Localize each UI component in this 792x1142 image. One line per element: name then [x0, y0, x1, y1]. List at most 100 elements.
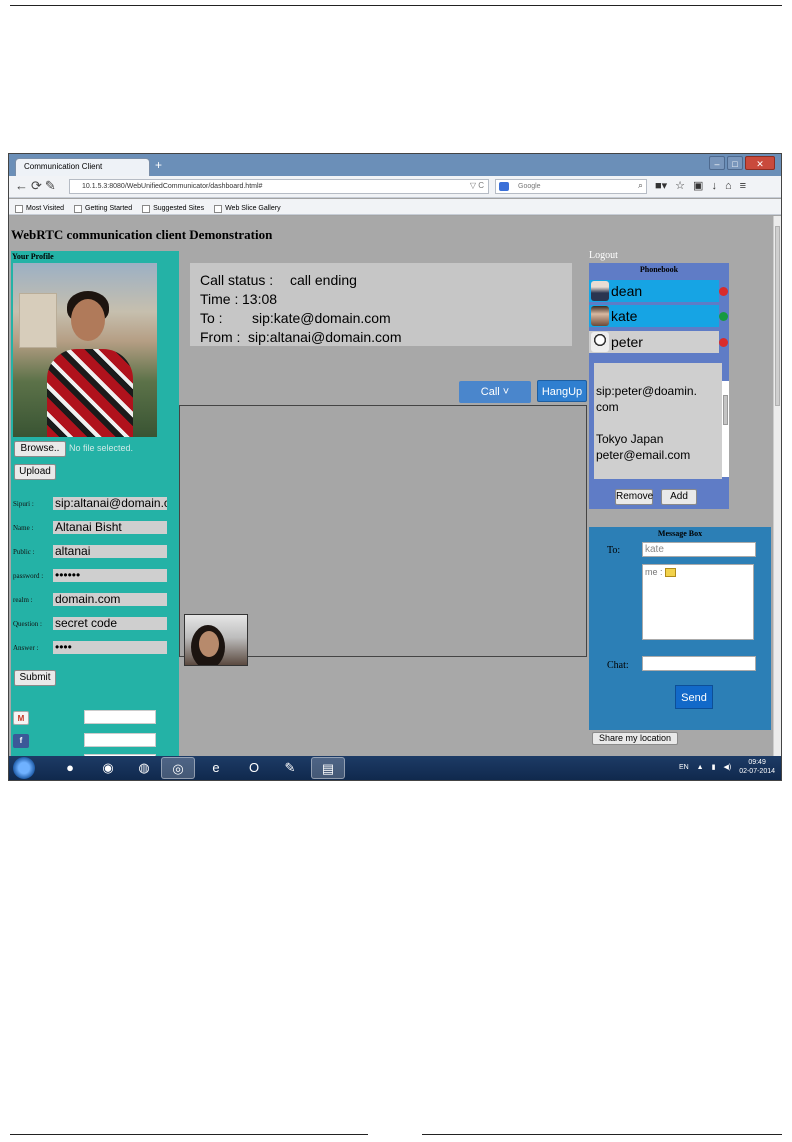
question-field[interactable]: secret code	[53, 617, 167, 630]
clipboard-icon[interactable]: ▣	[693, 179, 703, 193]
tools-icon[interactable]: ✎	[45, 179, 56, 193]
close-icon[interactable]: ✕	[745, 156, 775, 170]
contact-peter[interactable]: peter	[589, 331, 719, 353]
bookmark-star-icon[interactable]: ☆	[675, 179, 685, 193]
bookmark-getting-started[interactable]: Getting Started	[74, 203, 132, 214]
detail-line: Tokyo Japan	[596, 432, 664, 446]
start-button[interactable]	[13, 757, 35, 779]
search-icon[interactable]: ⌕	[638, 180, 643, 191]
taskbar-app-globe-icon[interactable]: ◍	[127, 757, 161, 779]
avatar	[591, 281, 609, 301]
window-controls: – □ ✕	[709, 156, 775, 170]
contact-name: kate	[611, 308, 638, 324]
send-button[interactable]: Send	[675, 685, 713, 709]
facebook-icon[interactable]: f	[13, 734, 29, 748]
menu-icon[interactable]: ≡	[740, 179, 746, 193]
logout-link[interactable]: Logout	[589, 250, 618, 261]
call-button[interactable]: Call ˅	[459, 381, 531, 403]
upload-button[interactable]: Upload	[14, 464, 56, 480]
detail-scrollbar[interactable]	[722, 381, 729, 477]
camera-icon[interactable]: ■▾	[655, 179, 667, 193]
answer-label: Answer :	[13, 644, 39, 652]
contact-dean[interactable]: dean	[589, 280, 719, 302]
call-from-row: From : sip:altanai@domain.com	[200, 328, 572, 347]
taskbar-app-notes-icon[interactable]: ▤	[311, 757, 345, 779]
status-offline-icon	[719, 287, 728, 296]
clock-date: 02-07-2014	[739, 768, 775, 775]
taskbar-app-firefox-icon[interactable]: ◎	[161, 757, 195, 779]
browser-tab[interactable]: Communication Client	[15, 158, 150, 176]
submit-button[interactable]: Submit	[14, 670, 56, 686]
photo-body	[47, 349, 133, 437]
to-label: To:	[607, 545, 621, 556]
taskbar-app-paint-icon[interactable]: ✎	[273, 757, 307, 779]
minimize-icon[interactable]: –	[709, 156, 725, 170]
call-to-row: To : sip:kate@domain.com	[200, 309, 572, 328]
password-label: password :	[13, 572, 44, 580]
detail-scroll-thumb[interactable]	[723, 395, 728, 425]
gmail-input[interactable]	[84, 710, 156, 724]
browse-button[interactable]: Browse..	[14, 441, 66, 457]
language-indicator[interactable]: EN	[679, 764, 689, 771]
remove-button[interactable]: Remove	[615, 489, 653, 505]
taskbar-app-ie-icon[interactable]: e	[199, 757, 233, 779]
address-text: 10.1.5.3:8080/WebUnifiedCommunicator/das…	[82, 183, 263, 190]
tray-arrow-icon[interactable]: ▲	[697, 764, 704, 771]
contact-kate[interactable]: kate	[589, 305, 719, 327]
detail-line	[596, 415, 722, 431]
sipuri-field[interactable]: sip:altanai@domain.com	[53, 497, 167, 510]
bookmark-suggested-sites[interactable]: Suggested Sites	[142, 203, 204, 214]
smiley-icon	[665, 568, 677, 578]
address-bar[interactable]: 10.1.5.3:8080/WebUnifiedCommunicator/das…	[69, 179, 489, 194]
public-field[interactable]: altanai	[53, 545, 167, 558]
taskbar-app-opera-icon[interactable]: O	[237, 757, 271, 779]
chat-input[interactable]	[642, 656, 756, 671]
new-tab-button[interactable]: +	[155, 158, 162, 172]
home-icon[interactable]: ⌂	[725, 179, 732, 193]
call-status-label: Call status :	[200, 272, 274, 288]
taskbar-app-chrome-canary-icon[interactable]: ●	[53, 757, 87, 779]
maximize-icon[interactable]: □	[727, 156, 743, 170]
clock[interactable]: 09:49 02-07-2014	[739, 758, 775, 776]
to-input[interactable]: kate	[642, 542, 756, 557]
sipuri-label: Sipuri :	[13, 500, 34, 508]
share-location-button[interactable]: Share my location	[592, 732, 678, 745]
facebook-input[interactable]	[84, 733, 156, 747]
search-input[interactable]: Google ⌕	[495, 179, 647, 194]
address-controls[interactable]: ▽ C	[470, 181, 484, 190]
back-icon[interactable]: ←	[15, 179, 28, 193]
taskbar-app-chrome-icon[interactable]: ◉	[91, 757, 125, 779]
answer-field[interactable]: ••••	[53, 641, 167, 654]
page-content: WebRTC communication client Demonstratio…	[9, 216, 773, 768]
search-engine-icon[interactable]	[499, 182, 509, 191]
bookmark-icon	[142, 204, 151, 213]
realm-field[interactable]: domain.com	[53, 593, 167, 606]
gmail-icon[interactable]: M	[13, 711, 29, 725]
realm-label: realm :	[13, 596, 33, 604]
password-field[interactable]: ••••••	[53, 569, 167, 582]
status-online-icon	[719, 312, 728, 321]
no-file-text: No file selected.	[69, 443, 134, 453]
message-box: Message Box To: kate me : Chat: Send	[589, 527, 771, 730]
call-to-value: sip:kate@domain.com	[252, 310, 391, 326]
add-button[interactable]: Add	[661, 489, 697, 505]
hangup-button[interactable]: HangUp	[537, 380, 587, 402]
bookmark-most-visited[interactable]: Most Visited	[15, 203, 64, 214]
nav-icons: ← ⟳ ✎	[15, 179, 56, 193]
page-scroll-thumb[interactable]	[775, 226, 780, 406]
question-label: Question :	[13, 620, 42, 628]
network-icon[interactable]: ▮	[712, 763, 716, 771]
bookmark-web-slice-gallery[interactable]: Web Slice Gallery	[214, 203, 281, 214]
local-video-thumbnail	[184, 614, 248, 666]
volume-icon[interactable]: ◀)	[723, 763, 731, 771]
call-time-label: Time :	[200, 291, 239, 307]
phonebook-panel: Phonebook dean kate peter sip:peter@doam…	[589, 263, 729, 509]
detail-line: sip:peter@doamin.	[596, 384, 697, 398]
top-rule	[10, 5, 782, 6]
call-status-value: call ending	[290, 272, 357, 288]
toolbar-icons: ■▾ ☆ ▣ ↓ ⌂ ≡	[655, 179, 746, 193]
reload-icon[interactable]: ⟳	[31, 179, 42, 193]
name-field[interactable]: Altanai Bisht	[53, 521, 167, 534]
download-icon[interactable]: ↓	[711, 179, 717, 193]
page-scrollbar[interactable]	[773, 216, 781, 756]
